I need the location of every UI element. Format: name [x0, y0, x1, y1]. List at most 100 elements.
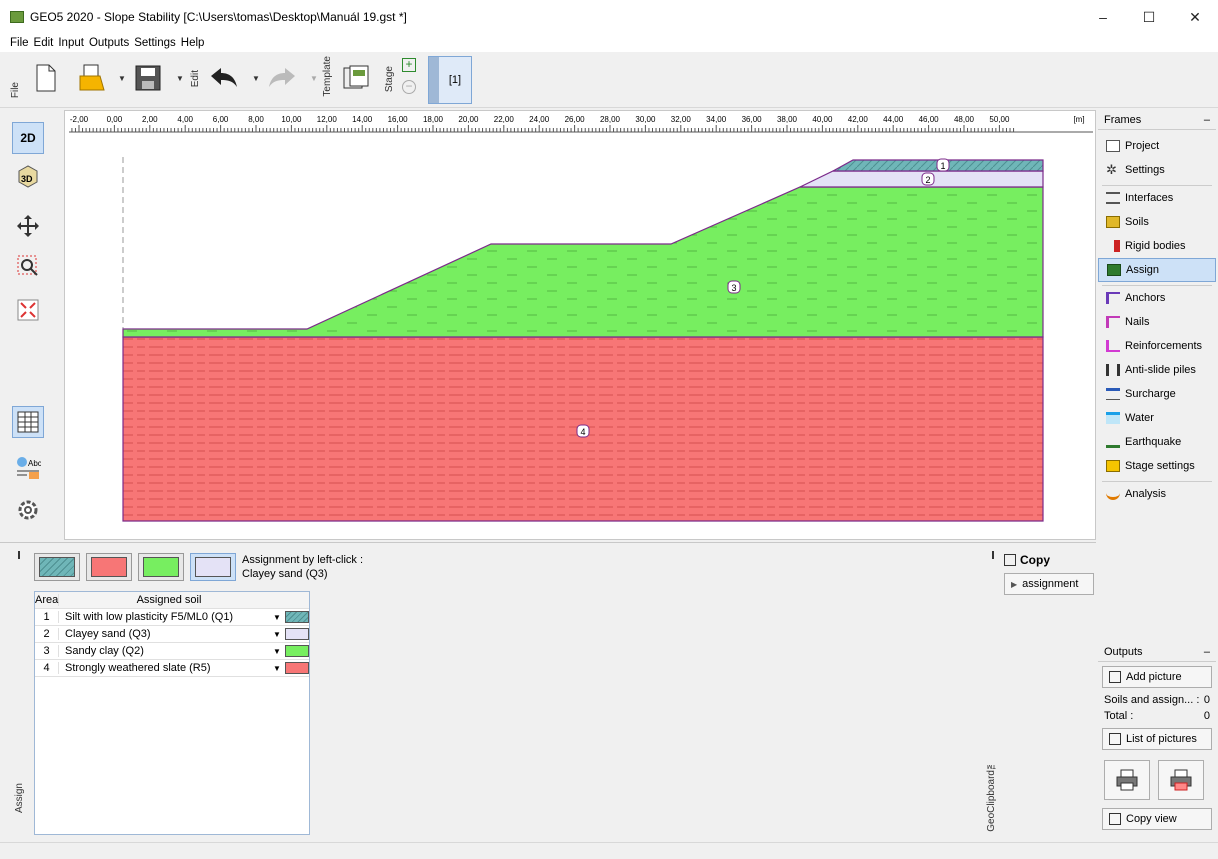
- ruler-tick-label: 38,00: [777, 115, 798, 124]
- earthquake-icon: [1106, 436, 1120, 448]
- assignment-hint: Assignment by left-click : Clayey sand (…: [242, 553, 363, 581]
- undo-dropdown-icon[interactable]: ▼: [252, 74, 260, 83]
- copy-button[interactable]: Copy: [1004, 553, 1050, 567]
- frame-label: Assign: [1126, 264, 1160, 276]
- maximize-button[interactable]: ☐: [1126, 0, 1172, 34]
- region-3[interactable]: [122, 186, 1044, 338]
- table-icon: [17, 411, 39, 433]
- copy-view-button[interactable]: Copy view: [1102, 808, 1212, 830]
- frame-rigid-bodies[interactable]: Rigid bodies: [1098, 234, 1216, 258]
- frame-project[interactable]: Project: [1098, 134, 1216, 158]
- chevron-down-icon[interactable]: ▼: [273, 664, 285, 673]
- minimize-button[interactable]: –: [1080, 0, 1126, 34]
- frame-stage-settings[interactable]: Stage settings: [1098, 454, 1216, 478]
- frame-nails[interactable]: Nails: [1098, 310, 1216, 334]
- open-dropdown-icon[interactable]: ▼: [118, 74, 126, 83]
- frame-surcharge[interactable]: Surcharge: [1098, 382, 1216, 406]
- close-button[interactable]: ✕: [1172, 0, 1218, 34]
- zoom-icon: [17, 255, 38, 276]
- table-row[interactable]: 1 Silt with low plasticity F5/ML0 (Q1) ▼: [35, 609, 309, 626]
- frame-interfaces[interactable]: Interfaces: [1098, 186, 1216, 210]
- svg-text:1: 1: [940, 161, 945, 171]
- status-bar: [0, 842, 1218, 859]
- frame-soils[interactable]: Soils: [1098, 210, 1216, 234]
- view-2d-button[interactable]: 2D: [12, 122, 44, 154]
- ruler-tick-label: 4,00: [177, 115, 193, 124]
- menu-settings[interactable]: Settings: [134, 37, 176, 49]
- title-bar: GEO5 2020 - Slope Stability [C:\Users\to…: [0, 0, 1218, 34]
- menu-help[interactable]: Help: [181, 37, 205, 49]
- redo-arrow-icon: [269, 68, 295, 87]
- save-dropdown-icon[interactable]: ▼: [176, 74, 184, 83]
- chevron-down-icon[interactable]: ▼: [273, 647, 285, 656]
- row-soil[interactable]: Silt with low plasticity F5/ML0 (Q1): [59, 611, 273, 623]
- collapse-icon[interactable]: –: [1204, 646, 1210, 658]
- frame-label: Earthquake: [1125, 436, 1182, 448]
- remove-stage-icon[interactable]: −: [402, 80, 416, 94]
- frame-settings[interactable]: ✲ Settings: [1098, 158, 1216, 182]
- total-count-label: Total :: [1104, 710, 1134, 722]
- list-pictures-button[interactable]: List of pictures: [1102, 728, 1212, 750]
- row-area: 2: [35, 628, 59, 640]
- slope-drawing[interactable]: -2,00 0,00 2,00 4,00 6,00 8,00 10,00 12,00 14,00…: [65, 111, 1095, 539]
- panel-grip[interactable]: [18, 551, 20, 559]
- frame-assign[interactable]: Assign: [1098, 258, 1216, 282]
- template-button[interactable]: [340, 58, 372, 98]
- table-row[interactable]: 4 Strongly weathered slate (R5) ▼: [35, 660, 309, 677]
- frame-earthquake[interactable]: Earthquake: [1098, 430, 1216, 454]
- print-export-button[interactable]: [1158, 760, 1204, 800]
- drawing-canvas[interactable]: -2,00 0,00 2,00 4,00 6,00 8,00 10,00 12,00 14,00…: [64, 110, 1096, 540]
- swatch-soil-1[interactable]: [34, 553, 80, 581]
- row-area: 1: [35, 611, 59, 623]
- region-label-2: 2: [921, 172, 935, 186]
- table-row[interactable]: 2 Clayey sand (Q3) ▼: [35, 626, 309, 643]
- menu-edit[interactable]: Edit: [34, 37, 54, 49]
- view-3d-button[interactable]: 3D: [12, 160, 44, 192]
- copy-assignment-button[interactable]: ▶ assignment: [1004, 573, 1094, 595]
- table-view-button[interactable]: [12, 406, 44, 438]
- add-stage-icon[interactable]: +: [402, 58, 416, 72]
- open-file-button[interactable]: [76, 58, 108, 98]
- menu-input[interactable]: Input: [58, 37, 84, 49]
- pan-button[interactable]: [12, 210, 44, 242]
- undo-button[interactable]: [208, 58, 240, 98]
- chevron-down-icon[interactable]: ▼: [273, 613, 285, 622]
- ruler-tick-label: 48,00: [954, 115, 975, 124]
- zoom-window-button[interactable]: [12, 250, 44, 282]
- table-row[interactable]: 3 Sandy clay (Q2) ▼: [35, 643, 309, 660]
- frame-anti-slide-piles[interactable]: Anti-slide piles: [1098, 358, 1216, 382]
- row-soil[interactable]: Strongly weathered slate (R5): [59, 662, 273, 674]
- print-button[interactable]: [1104, 760, 1150, 800]
- row-soil[interactable]: Sandy clay (Q2): [59, 645, 273, 657]
- panel-grip[interactable]: [992, 551, 994, 559]
- chevron-down-icon[interactable]: ▼: [273, 630, 285, 639]
- stage-1-tab[interactable]: [1]: [428, 56, 472, 104]
- frame-water[interactable]: Water: [1098, 406, 1216, 430]
- rigid-bodies-icon: [1114, 240, 1120, 252]
- frame-analysis[interactable]: Analysis: [1098, 482, 1216, 506]
- new-document-icon: [36, 64, 56, 92]
- new-file-button[interactable]: [30, 58, 62, 98]
- zoom-extents-button[interactable]: [12, 294, 44, 326]
- frame-anchors[interactable]: Anchors: [1098, 286, 1216, 310]
- menu-bar: File Edit Input Outputs Settings Help: [0, 34, 1218, 52]
- labels-button[interactable]: Abc: [12, 452, 44, 484]
- settings-button[interactable]: [12, 494, 44, 526]
- frame-reinforcements[interactable]: Reinforcements: [1098, 334, 1216, 358]
- add-picture-button[interactable]: Add picture: [1102, 666, 1212, 688]
- redo-button[interactable]: [266, 58, 298, 98]
- menu-outputs[interactable]: Outputs: [89, 37, 129, 49]
- swatch-soil-2[interactable]: [86, 553, 132, 581]
- row-soil[interactable]: Clayey sand (Q3): [59, 628, 273, 640]
- collapse-icon[interactable]: –: [1204, 114, 1210, 126]
- nails-icon: [1106, 316, 1120, 328]
- menu-file[interactable]: File: [10, 37, 29, 49]
- save-button[interactable]: [132, 58, 164, 98]
- swatch-soil-4[interactable]: [190, 553, 236, 581]
- ruler-tick-label: 44,00: [883, 115, 904, 124]
- frame-label: Soils: [1125, 216, 1149, 228]
- redo-dropdown-icon[interactable]: ▼: [310, 74, 318, 83]
- swatch-soil-3[interactable]: [138, 553, 184, 581]
- geoclipboard-panel: GeoClipboard™ Copy ▶ assignment: [978, 549, 1096, 839]
- stage-bar: [429, 57, 439, 103]
